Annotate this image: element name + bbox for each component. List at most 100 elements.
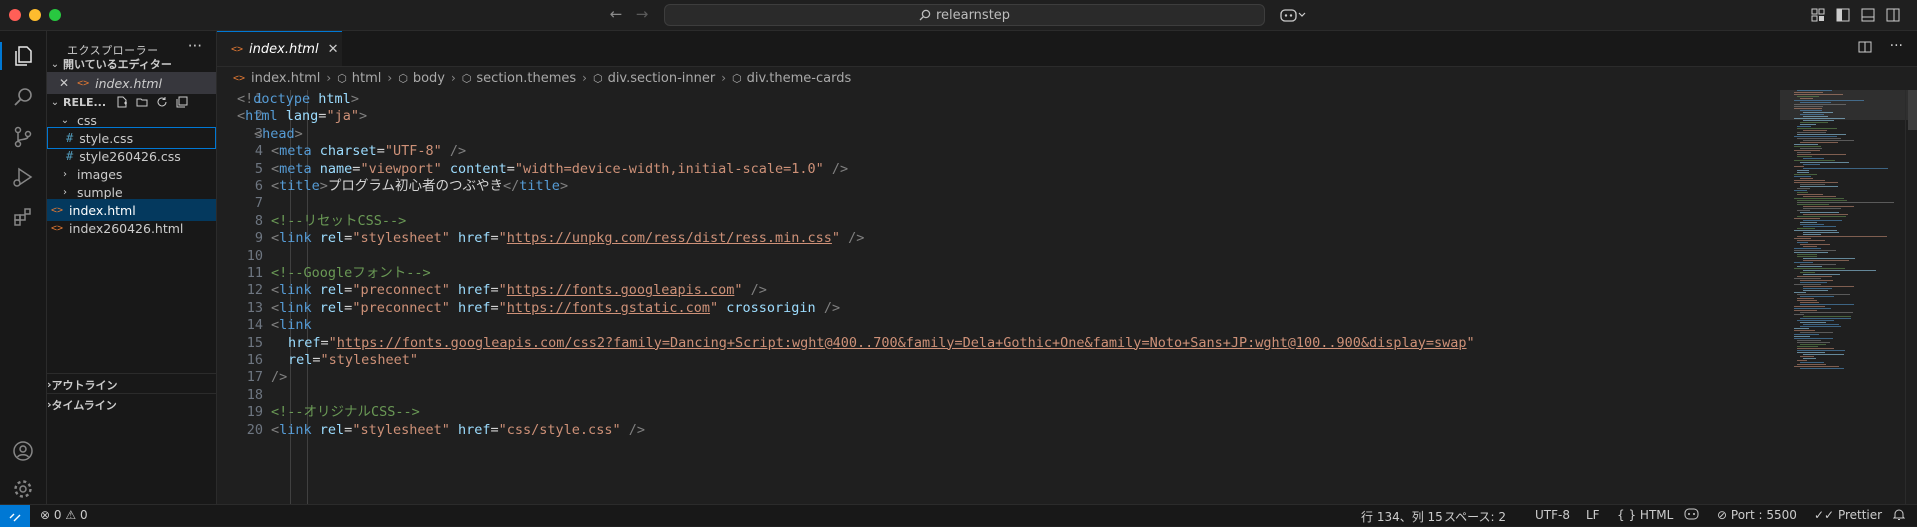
minimap-line [1794, 160, 1835, 161]
tree-file-index260426-html[interactable]: <> index260426.html [47, 217, 216, 239]
code-line[interactable]: 11 <!--Googleフォント--> [217, 264, 1777, 282]
language-mode[interactable]: { } HTML [1617, 508, 1673, 522]
code-line[interactable]: 6 <title>プログラム初心者のつぶやき</title> [217, 177, 1777, 195]
prettier-status[interactable]: ✓✓ Prettier [1814, 508, 1882, 522]
bell-icon[interactable] [1893, 508, 1905, 521]
close-icon[interactable]: ✕ [59, 76, 69, 90]
code-line[interactable]: 1 <!doctype html> [217, 90, 1777, 108]
toggle-secondary-sidebar-icon[interactable] [1885, 7, 1901, 23]
run-debug-icon[interactable] [0, 157, 46, 197]
encoding-setting[interactable]: UTF-8 [1535, 508, 1570, 522]
folder-label: RELE... [63, 95, 107, 109]
minimap-line [1800, 224, 1824, 225]
toggle-primary-sidebar-icon[interactable] [1835, 7, 1851, 23]
code-line[interactable]: 17 /> [217, 368, 1777, 386]
minimap-line [1794, 366, 1839, 367]
minimap-line [1794, 104, 1846, 105]
code-editor[interactable]: 1 <!doctype html> 2 <html lang="ja"> 3 <head>… [217, 90, 1917, 504]
minimap-line [1794, 252, 1828, 253]
minimap-line [1797, 364, 1826, 365]
tab-index-html[interactable]: <> index.html ✕ [217, 31, 342, 66]
close-window-button[interactable] [9, 9, 21, 21]
code-line[interactable]: 2 <html lang="ja"> [217, 107, 1777, 125]
back-arrow-icon[interactable]: ← [607, 5, 625, 23]
eol-setting[interactable]: LF [1586, 508, 1600, 522]
forward-arrow-icon[interactable]: → [633, 5, 651, 23]
line-number: 5 [254, 160, 263, 177]
new-file-icon[interactable] [116, 96, 128, 108]
code-line[interactable]: 18 [217, 386, 1777, 404]
breadcrumb-item[interactable]: ⬡ div.theme-cards [732, 71, 851, 86]
copilot-status-icon[interactable] [1684, 508, 1699, 520]
breadcrumb-item[interactable]: ⬡ body [398, 71, 445, 86]
code-line[interactable]: 15 href="https://fonts.googleapis.com/css… [217, 334, 1777, 352]
breadcrumb-item[interactable]: ⬡ section.themes [462, 71, 576, 86]
code-line[interactable]: 9 <link rel="stylesheet" href="https://un… [217, 229, 1777, 247]
code-line[interactable]: 5 <meta name="viewport" content="width=de… [217, 160, 1777, 178]
scrollbar-thumb[interactable] [1908, 90, 1917, 130]
breadcrumb-item[interactable]: ⬡ div.section-inner [593, 71, 715, 86]
minimap-line [1800, 312, 1853, 313]
code-line[interactable]: 14 <link [217, 316, 1777, 334]
minimap-line [1797, 242, 1808, 243]
code-line[interactable]: 10 [217, 247, 1777, 265]
code-line[interactable]: 7 [217, 194, 1777, 212]
extensions-icon[interactable] [0, 197, 46, 237]
code-line[interactable]: 13 <link rel="preconnect" href="https://f… [217, 299, 1777, 317]
command-center-search[interactable]: relearnstep [664, 4, 1265, 26]
search-icon[interactable] [0, 77, 46, 117]
problems-indicator[interactable]: ⊗ 0 ⚠ 0 [40, 508, 88, 522]
breadcrumb-item[interactable]: <> index.html [233, 71, 320, 86]
html-file-icon: <> [51, 222, 64, 234]
minimap-line [1800, 124, 1816, 125]
minimap-line [1797, 152, 1811, 153]
code-line[interactable]: 19 <!--オリジナルCSS--> [217, 403, 1777, 421]
timeline-section[interactable]: › タイムライン [47, 393, 216, 415]
editor-more-icon[interactable]: ··· [1890, 39, 1903, 54]
code-line[interactable]: 8 <!--リセットCSS--> [217, 212, 1777, 230]
settings-gear-icon[interactable] [0, 469, 46, 509]
minimap-line [1797, 90, 1832, 91]
close-icon[interactable]: ✕ [328, 42, 339, 57]
source-control-icon[interactable] [0, 117, 46, 157]
minimap-line [1797, 132, 1826, 133]
status-bar: ⊗ 0 ⚠ 0 行 134、列 15 スペース: 2 UTF-8 LF { } … [0, 504, 1917, 527]
maximize-window-button[interactable] [49, 9, 61, 21]
code-line[interactable]: 3 <head> [217, 125, 1777, 143]
remote-indicator[interactable] [0, 505, 30, 527]
live-server-port[interactable]: ⊘ Port : 5500 [1717, 508, 1797, 522]
minimap-line [1803, 206, 1854, 207]
explorer-icon[interactable] [0, 36, 46, 76]
split-editor-icon[interactable] [1858, 40, 1872, 54]
toggle-panel-icon[interactable] [1860, 7, 1876, 23]
cursor-position[interactable]: 行 134、列 15 [1361, 508, 1443, 525]
indentation-setting[interactable]: スペース: 2 [1444, 508, 1506, 525]
minimap-line [1794, 166, 1804, 167]
outline-section[interactable]: › アウトライン [47, 373, 216, 395]
breadcrumb-item[interactable]: ⬡ html [337, 71, 381, 86]
line-number: 10 [246, 247, 263, 264]
minimap-line [1803, 112, 1833, 113]
minimap-line [1803, 270, 1876, 271]
tree-item-label: index.html [69, 202, 136, 218]
line-number: 17 [246, 369, 263, 386]
line-number: 15 [246, 334, 263, 351]
vertical-scrollbar[interactable] [1905, 90, 1917, 504]
minimap-line [1800, 344, 1826, 345]
minimap-line [1794, 94, 1843, 95]
code-line[interactable]: 16 rel="stylesheet" [217, 351, 1777, 369]
line-number: 12 [246, 282, 263, 299]
code-line[interactable]: 12 <link rel="preconnect" href="https://f… [217, 281, 1777, 299]
collapse-all-icon[interactable] [176, 96, 188, 108]
customize-layout-icon[interactable] [1810, 7, 1826, 23]
minimap[interactable] [1790, 90, 1900, 390]
code-line[interactable]: 4 <meta charset="UTF-8" /> [217, 142, 1777, 160]
element-icon: ⬡ [732, 71, 742, 85]
refresh-icon[interactable] [156, 96, 168, 108]
copilot-icon[interactable] [1278, 7, 1308, 23]
minimize-window-button[interactable] [29, 9, 41, 21]
account-icon[interactable] [0, 431, 46, 471]
new-folder-icon[interactable] [136, 96, 148, 108]
minimap-line [1794, 336, 1810, 337]
code-line[interactable]: 20 <link rel="stylesheet" href="css/style… [217, 421, 1777, 439]
